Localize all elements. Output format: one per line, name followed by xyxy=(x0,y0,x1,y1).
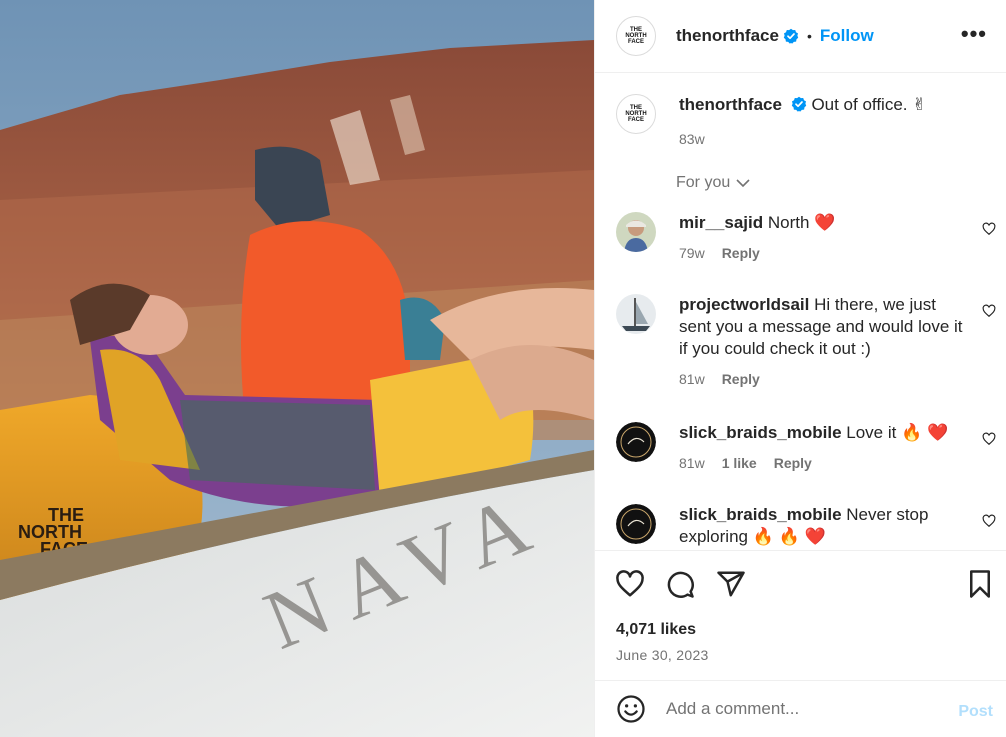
heart-icon[interactable] xyxy=(615,569,645,599)
comment-sort-dropdown[interactable]: For you xyxy=(676,174,750,192)
comment-like-heart-icon[interactable] xyxy=(982,304,996,318)
author-avatar[interactable]: THE NORTH FACE xyxy=(616,16,656,56)
comment-like-heart-icon[interactable] xyxy=(982,222,996,236)
comment-item: projectworldsail Hi there, we just sent … xyxy=(616,294,996,390)
caption-author-avatar[interactable]: THE NORTH FACE xyxy=(616,94,656,134)
verified-badge-icon xyxy=(783,28,799,44)
comment-item: slick_braids_mobile Never stop exploring… xyxy=(616,504,996,548)
verified-badge-icon xyxy=(791,96,806,112)
post-photo-illustration: THE NORTH FACE NAVA xyxy=(0,0,594,737)
comment-body: mir__sajid North ❤️ 79w Reply xyxy=(679,212,969,264)
comment-username[interactable]: mir__sajid xyxy=(679,213,763,232)
comment-meta: 81w 1 like Reply xyxy=(679,452,969,474)
post-actions: 4,071 likes June 30, 2023 xyxy=(595,550,1006,680)
add-comment-bar: Post xyxy=(595,680,1006,737)
comment-likes-count[interactable]: 1 like xyxy=(722,452,757,474)
sort-label: For you xyxy=(676,174,731,191)
post-image[interactable]: THE NORTH FACE NAVA xyxy=(0,0,594,737)
reply-button[interactable]: Reply xyxy=(722,242,760,264)
smiley-icon[interactable] xyxy=(616,694,646,724)
post-header: THE NORTH FACE thenorthface • Follow ••• xyxy=(595,0,1006,73)
caption-timestamp[interactable]: 83w xyxy=(679,128,926,150)
comment-username[interactable]: slick_braids_mobile xyxy=(679,423,842,442)
comment-meta: 81w Reply xyxy=(679,368,969,390)
comment-username[interactable]: projectworldsail xyxy=(679,295,809,314)
comment-time[interactable]: 81w xyxy=(679,452,705,474)
post-caption: THE NORTH FACE thenorthface Out of offic… xyxy=(616,94,926,150)
caption-body: Out of office. ✌ xyxy=(811,95,927,114)
post-comment-button[interactable]: Post xyxy=(958,703,993,721)
bookmark-icon[interactable] xyxy=(965,569,995,599)
commenter-avatar[interactable] xyxy=(616,212,656,252)
comment-item: slick_braids_mobile Love it 🔥 ❤️ 81w 1 l… xyxy=(616,422,996,474)
comment-body: projectworldsail Hi there, we just sent … xyxy=(679,294,969,390)
author-username[interactable]: thenorthface xyxy=(676,26,779,46)
commenter-avatar[interactable] xyxy=(616,294,656,334)
comment-time[interactable]: 79w xyxy=(679,242,705,264)
brand-logo: THE NORTH FACE xyxy=(625,105,647,123)
comment-username[interactable]: slick_braids_mobile xyxy=(679,505,842,524)
post-sidebar: THE NORTH FACE thenorthface • Follow •••… xyxy=(594,0,1006,737)
comment-time[interactable]: 81w xyxy=(679,368,705,390)
comment-item: mir__sajid North ❤️ 79w Reply xyxy=(616,212,996,264)
comment-text: Love it 🔥 ❤️ xyxy=(846,423,949,442)
likes-count[interactable]: 4,071 likes xyxy=(616,621,696,639)
comment-icon[interactable] xyxy=(665,569,695,599)
more-options-icon[interactable]: ••• xyxy=(961,23,987,45)
comment-body: slick_braids_mobile Never stop exploring… xyxy=(679,504,969,548)
follow-button[interactable]: Follow xyxy=(820,26,874,46)
separator-dot: • xyxy=(806,28,812,44)
commenter-avatar[interactable] xyxy=(616,504,656,544)
comment-meta: 79w Reply xyxy=(679,242,969,264)
reply-button[interactable]: Reply xyxy=(722,368,760,390)
comment-like-heart-icon[interactable] xyxy=(982,514,996,528)
comment-like-heart-icon[interactable] xyxy=(982,432,996,446)
caption-text-block: thenorthface Out of office. ✌ 83w xyxy=(679,94,926,150)
comments-list[interactable]: THE NORTH FACE thenorthface Out of offic… xyxy=(595,74,1006,550)
commenter-avatar[interactable] xyxy=(616,422,656,462)
post-date[interactable]: June 30, 2023 xyxy=(616,647,709,663)
reply-button[interactable]: Reply xyxy=(774,452,812,474)
share-icon[interactable] xyxy=(716,569,746,599)
comment-body: slick_braids_mobile Love it 🔥 ❤️ 81w 1 l… xyxy=(679,422,969,474)
comment-text: North ❤️ xyxy=(767,213,836,232)
chevron-down-icon xyxy=(736,179,750,188)
brand-logo: THE NORTH FACE xyxy=(625,27,647,45)
caption-username[interactable]: thenorthface xyxy=(679,95,782,114)
comment-input[interactable] xyxy=(666,699,936,719)
